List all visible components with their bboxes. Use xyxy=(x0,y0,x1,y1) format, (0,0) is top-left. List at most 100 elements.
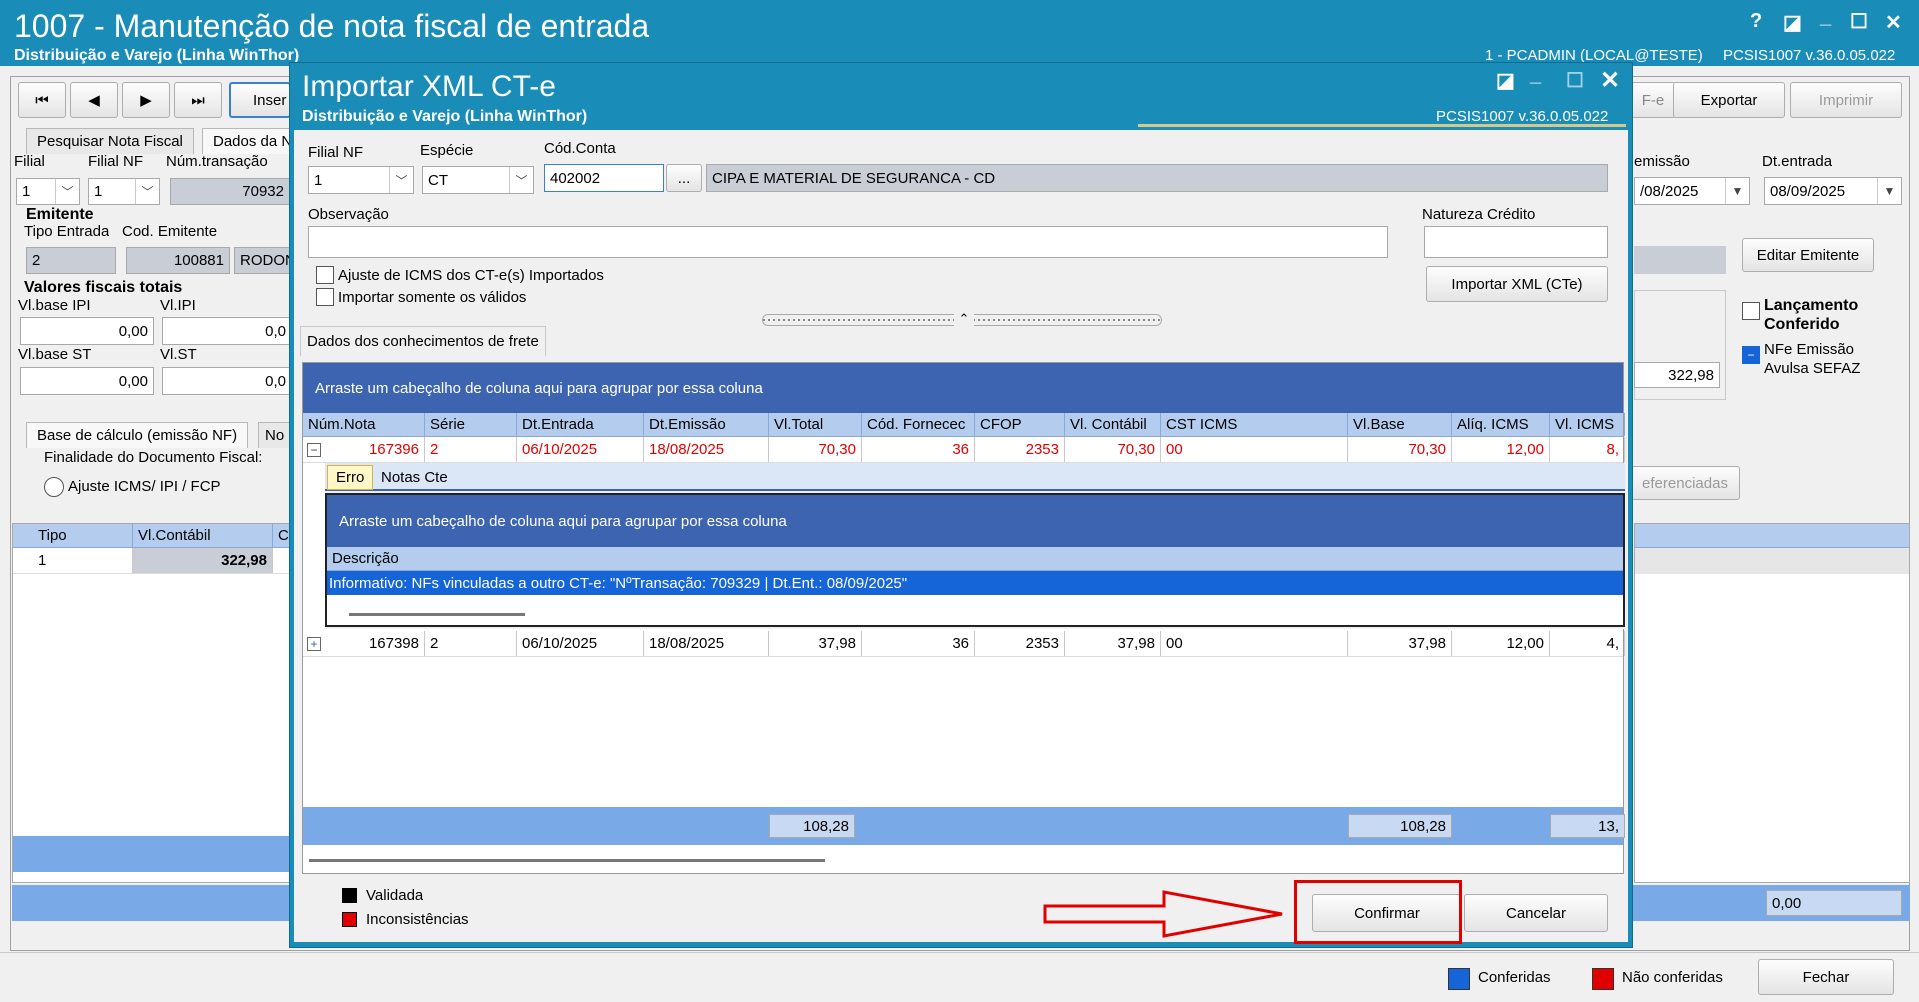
col-cod-fornec[interactable]: Cód. Fornecec xyxy=(862,413,975,436)
total-vl-total: 108,28 xyxy=(769,814,855,838)
close-icon[interactable]: ✕ xyxy=(1885,10,1902,35)
col-vl-total[interactable]: Vl.Total xyxy=(769,413,862,436)
row1-cst-icms: 00 xyxy=(1161,437,1348,462)
bg-grid-col-vl-contabil[interactable]: Vl.Contábil xyxy=(133,524,273,547)
prev-record-button[interactable]: ◀ xyxy=(70,82,118,118)
vl-base-ipi-field[interactable]: 0,00 xyxy=(20,317,154,345)
dialog-filial-nf-value: 1 xyxy=(314,171,323,189)
cod-conta-field[interactable]: 402002 xyxy=(544,164,664,192)
filial-nf-select[interactable]: 1 ﹀ xyxy=(88,178,160,205)
tab-erro[interactable]: Erro xyxy=(327,465,374,490)
nfe-button[interactable]: F-e xyxy=(1630,82,1676,118)
restore-icon[interactable]: ◪ xyxy=(1783,10,1802,35)
tab-lower-second[interactable]: No xyxy=(258,422,290,448)
dialog-minimize-icon[interactable]: _ xyxy=(1530,64,1541,87)
col-vl-base[interactable]: Vl.Base xyxy=(1348,413,1452,436)
export-button[interactable]: Exportar xyxy=(1673,82,1785,118)
referenciadas-button[interactable]: eferenciadas xyxy=(1630,466,1740,500)
row1-vl-base: 70,30 xyxy=(1348,437,1452,462)
fechar-button[interactable]: Fechar xyxy=(1758,959,1894,995)
first-record-button[interactable]: ⏮ xyxy=(18,82,66,118)
col-vl-contabil[interactable]: Vl. Contábil xyxy=(1065,413,1161,436)
finalidade-label: Finalidade do Documento Fiscal: xyxy=(44,449,263,466)
expander-expand-icon[interactable]: + xyxy=(307,637,321,651)
importar-xml-button[interactable]: Importar XML (CTe) xyxy=(1426,266,1608,302)
minimize-icon[interactable]: _ xyxy=(1820,6,1831,29)
conferidas-swatch xyxy=(1448,968,1470,990)
chevron-up-icon[interactable]: ⌃ xyxy=(954,310,974,328)
detail-group-hint: Arraste um cabeçalho de coluna aqui para… xyxy=(327,495,1623,547)
dialog-restore-icon[interactable]: ◪ xyxy=(1496,68,1515,93)
nao-conferidas-swatch xyxy=(1592,968,1614,990)
col-num-nota[interactable]: Núm.Nota xyxy=(303,413,425,436)
tab-notas-cte[interactable]: Notas Cte xyxy=(381,469,448,486)
table-row[interactable]: + 167398 2 06/10/2025 18/08/2025 37,98 3… xyxy=(303,631,1625,657)
importar-validos-checkbox[interactable] xyxy=(316,288,334,306)
observacao-field[interactable] xyxy=(308,226,1388,258)
col-dt-entrada[interactable]: Dt.Entrada xyxy=(517,413,644,436)
table-row[interactable]: − 167396 2 06/10/2025 18/08/2025 70,30 3… xyxy=(303,437,1625,463)
vl-ipi-field[interactable]: 0,0 xyxy=(162,317,292,345)
dialog-maximize-icon[interactable]: ☐ xyxy=(1566,68,1584,93)
right-value-field: 322,98 xyxy=(1634,362,1720,388)
col-vl-icms[interactable]: Vl. ICMS xyxy=(1550,413,1625,436)
chevron-down-icon: ﹀ xyxy=(509,167,533,193)
especie-select[interactable]: CT ﹀ xyxy=(422,166,534,194)
col-aliq-icms[interactable]: Alíq. ICMS xyxy=(1452,413,1550,436)
natureza-field[interactable] xyxy=(1424,226,1608,258)
last-record-button[interactable]: ⏭ xyxy=(174,82,222,118)
dt-emissao-field[interactable]: /08/2025 ▼ xyxy=(1634,177,1750,205)
table-row[interactable]: 1 322,98 xyxy=(13,548,291,574)
dialog-subtitle: Distribuição e Varejo (Linha WinThor) xyxy=(302,108,588,125)
nfe-emissao-checkbox[interactable]: − xyxy=(1742,346,1760,364)
vl-base-st-field[interactable]: 0,00 xyxy=(20,367,154,395)
ajuste-radio-label: Ajuste ICMS/ IPI / FCP xyxy=(68,478,221,495)
filial-select[interactable]: 1 ﹀ xyxy=(16,178,80,205)
cte-grid: Arraste um cabeçalho de coluna aqui para… xyxy=(302,362,1625,874)
ajuste-radio[interactable] xyxy=(44,477,64,497)
dt-entrada-value: 08/09/2025 xyxy=(1770,182,1846,200)
emitente-name-field: RODON xyxy=(234,247,292,274)
maximize-icon[interactable]: ☐ xyxy=(1850,9,1868,34)
chevron-down-icon: ﹀ xyxy=(55,179,79,204)
tab-pesquisar[interactable]: Pesquisar Nota Fiscal xyxy=(26,128,194,154)
detail-row[interactable]: Informativo: NFs vinculadas a outro CT-e… xyxy=(327,571,1623,595)
row2-cst-icms: 00 xyxy=(1161,631,1348,656)
tab-dados-conhecimentos[interactable]: Dados dos conhecimentos de frete xyxy=(300,326,546,356)
vl-st-field[interactable]: 0,0 xyxy=(162,367,292,395)
grid-h-scrollbar[interactable] xyxy=(309,859,825,862)
dt-entrada-field[interactable]: 08/09/2025 ▼ xyxy=(1764,177,1902,205)
detail-h-scrollbar[interactable] xyxy=(349,613,525,616)
vl-base-ipi-value: 0,00 xyxy=(118,322,148,340)
col-dt-emissao[interactable]: Dt.Emissão xyxy=(644,413,769,436)
insert-button[interactable]: Inser xyxy=(229,82,291,118)
cod-conta-lookup-button[interactable]: ... xyxy=(666,164,702,192)
col-descricao[interactable]: Descrição xyxy=(327,547,1623,570)
row2-dt-entrada: 06/10/2025 xyxy=(517,631,644,656)
dialog-close-icon[interactable]: ✕ xyxy=(1600,66,1620,95)
expander-collapse-icon[interactable]: − xyxy=(307,443,321,457)
tab-base-calculo[interactable]: Base de cálculo (emissão NF) xyxy=(26,422,249,448)
col-serie[interactable]: Série xyxy=(425,413,517,436)
conta-desc: CIPA E MATERIAL DE SEGURANCA - CD xyxy=(712,169,996,187)
bottom-total-field: 0,00 xyxy=(1766,890,1902,916)
bg-right-gray-band xyxy=(1634,246,1726,274)
ajuste-icms-checkbox[interactable] xyxy=(316,266,334,284)
bg-grid-col-tipo[interactable]: Tipo xyxy=(33,524,133,547)
editar-emitente-button[interactable]: Editar Emitente xyxy=(1742,238,1874,272)
vl-base-st-label: Vl.base ST xyxy=(18,346,92,363)
col-cst-icms[interactable]: CST ICMS xyxy=(1161,413,1348,436)
dialog-title-accent xyxy=(1138,124,1626,127)
row2-aliq-icms: 12,00 xyxy=(1452,631,1550,656)
lancamento-checkbox[interactable] xyxy=(1742,302,1760,320)
num-transacao-field: 70932 xyxy=(170,178,290,205)
row1-dt-entrada: 06/10/2025 xyxy=(517,437,644,462)
dialog-filial-nf-select[interactable]: 1 ﹀ xyxy=(308,166,414,194)
bg-right-grid xyxy=(1634,523,1910,883)
row2-num-nota: 167398 xyxy=(323,631,425,656)
next-record-button[interactable]: ▶ xyxy=(122,82,170,118)
cancelar-button[interactable]: Cancelar xyxy=(1464,894,1608,932)
col-cfop[interactable]: CFOP xyxy=(975,413,1065,436)
print-button[interactable]: Imprimir xyxy=(1790,82,1902,118)
help-icon[interactable]: ? xyxy=(1750,10,1762,33)
